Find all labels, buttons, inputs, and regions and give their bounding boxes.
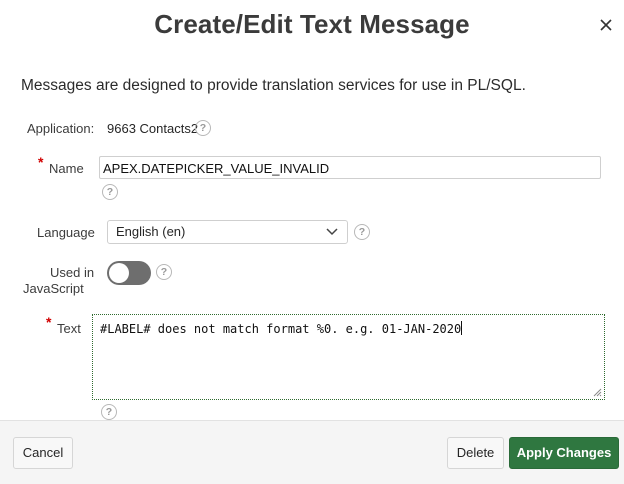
text-caret — [461, 321, 463, 335]
application-label: Application: — [27, 121, 95, 136]
text-textarea[interactable]: #LABEL# does not match format %0. e.g. 0… — [92, 314, 605, 400]
used-in-js-help-icon[interactable]: ? — [156, 264, 172, 280]
used-in-js-toggle[interactable] — [107, 261, 151, 285]
language-selected-value: English (en) — [116, 224, 186, 239]
dialog-title: Create/Edit Text Message — [154, 9, 470, 39]
text-value: #LABEL# does not match format %0. e.g. 0… — [100, 322, 462, 336]
used-in-js-label-line2: JavaScript — [23, 281, 84, 296]
name-input[interactable]: APEX.DATEPICKER_VALUE_INVALID — [99, 156, 601, 179]
name-label: Name — [49, 161, 84, 176]
name-required-marker: * — [38, 154, 44, 170]
text-label: Text — [57, 321, 81, 336]
text-required-marker: * — [46, 314, 52, 330]
application-value: 9663 Contacts2 — [107, 121, 199, 136]
dialog-footer: Cancel Delete Apply Changes — [0, 420, 624, 484]
cancel-button[interactable]: Cancel — [13, 437, 73, 469]
toggle-knob — [109, 263, 129, 283]
language-select[interactable]: English (en) — [107, 220, 348, 244]
resize-handle-icon[interactable] — [593, 388, 602, 397]
language-help-icon[interactable]: ? — [354, 224, 370, 240]
close-button[interactable] — [596, 15, 616, 35]
name-help-icon[interactable]: ? — [102, 184, 118, 200]
delete-button[interactable]: Delete — [447, 437, 504, 469]
application-help-icon[interactable]: ? — [195, 120, 211, 136]
chevron-down-icon — [326, 228, 338, 236]
text-help-icon[interactable]: ? — [101, 404, 117, 420]
intro-text: Messages are designed to provide transla… — [21, 77, 526, 94]
apply-changes-button[interactable]: Apply Changes — [509, 437, 619, 469]
language-label: Language — [37, 225, 95, 240]
close-icon — [600, 19, 612, 31]
used-in-js-label-line1: Used in — [50, 265, 95, 280]
